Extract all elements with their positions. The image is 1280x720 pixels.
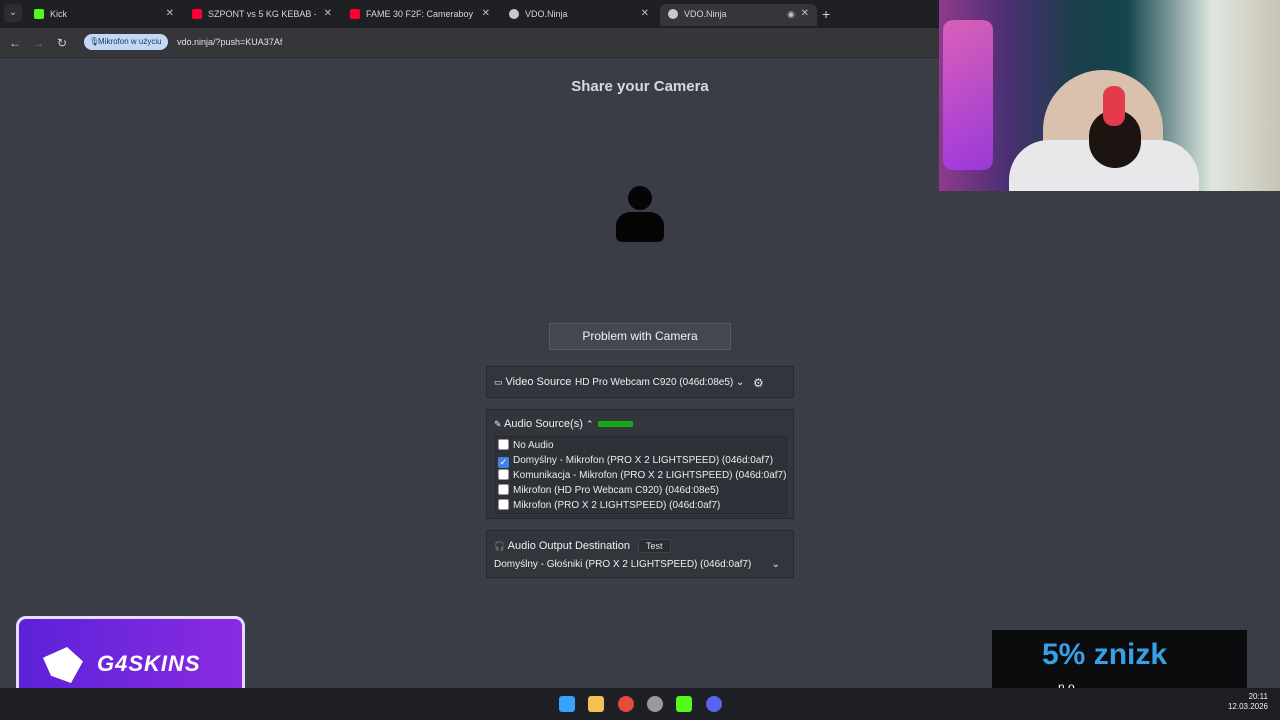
page-title: Share your Camera (571, 78, 709, 95)
user-avatar-icon (616, 186, 664, 244)
test-audio-button[interactable]: Test (638, 539, 671, 553)
youtube-favicon-icon (350, 9, 360, 19)
tab-title: FAME 30 F2F: Cameraboy vs N (366, 9, 474, 19)
sponsor-brand: G4SKINS (97, 651, 201, 676)
reload-icon[interactable]: ↻ (53, 34, 71, 52)
checkbox[interactable] (498, 439, 509, 450)
audio-option-prox2-mic[interactable]: Mikrofon (PRO X 2 LIGHTSPEED) (046d:0af7… (498, 499, 720, 513)
kick-favicon-icon (34, 9, 44, 19)
tab-kick[interactable]: Kick ✕ (26, 4, 182, 26)
tab-title: VDO.Ninja (525, 9, 568, 19)
tab-youtube-szpont[interactable]: SZPONT vs 5 KG KEBAB - YouTu ✕ (184, 4, 340, 26)
microphone-icon: ✎ (494, 419, 502, 429)
audio-output-select[interactable]: Domyślny - Głośniki (PRO X 2 LIGHTSPEED)… (494, 557, 784, 573)
video-source-panel: ▭ Video Source HD Pro Webcam C920 (046d:0… (486, 366, 794, 398)
lion-logo-icon (43, 647, 83, 683)
tab-vdo-ninja-1[interactable]: VDO.Ninja ✕ (501, 4, 657, 26)
windows-taskbar (0, 688, 1280, 720)
file-explorer-icon[interactable] (588, 696, 604, 712)
close-tab-icon[interactable]: ✕ (324, 4, 332, 24)
headphones-icon (1103, 86, 1125, 126)
windows-start-icon[interactable] (559, 696, 575, 712)
globe-favicon-icon (509, 9, 519, 19)
mic-in-use-chip[interactable]: 🎙 Mikrofon w użyciu (84, 34, 168, 50)
close-tab-icon[interactable]: ✕ (801, 4, 809, 24)
clock-date: 12.03.2026 (1227, 702, 1268, 711)
chevron-up-icon: ⌃ (585, 419, 594, 429)
audio-level-meter (598, 421, 633, 427)
headphones-icon: 🎧 (494, 541, 506, 551)
promo-text: 5% znizk (1042, 638, 1168, 671)
new-tab-button[interactable]: + (822, 4, 830, 24)
audio-source-list: No Audio ✓ Domyślny - Mikrofon (PRO X 2 L… (495, 436, 787, 514)
discord-icon[interactable] (706, 696, 722, 712)
mic-chip-label: Mikrofon w użyciu (98, 37, 162, 46)
url-field[interactable]: vdo.ninja/?push=KUA37Af (177, 34, 282, 50)
chrome-icon[interactable] (618, 696, 634, 712)
checkbox-checked[interactable]: ✓ (498, 457, 509, 468)
forward-arrow-icon[interactable]: → (29, 34, 47, 52)
kick-icon[interactable] (676, 696, 692, 712)
video-source-label: ▭ Video Source (494, 376, 572, 388)
audio-output-label: 🎧 Audio Output Destination (494, 540, 630, 552)
checkbox[interactable] (498, 499, 509, 510)
tab-youtube-fame[interactable]: FAME 30 F2F: Cameraboy vs N ✕ (342, 4, 498, 26)
audio-option-webcam-mic[interactable]: Mikrofon (HD Pro Webcam C920) (046d:08e5… (498, 484, 719, 498)
audio-output-panel: 🎧 Audio Output Destination Test Domyślny… (486, 530, 794, 578)
system-clock[interactable]: 20:11 12.03.2026 (1226, 692, 1268, 712)
back-arrow-icon[interactable]: ← (6, 34, 24, 52)
checkbox[interactable] (498, 469, 509, 480)
webcam-overlay (939, 0, 1280, 191)
chevron-down-icon: ⌄ (736, 377, 745, 388)
close-tab-icon[interactable]: ✕ (482, 4, 490, 24)
audio-option-domyslny[interactable]: ✓ Domyślny - Mikrofon (PRO X 2 LIGHTSPEED… (498, 454, 773, 468)
gear-icon[interactable]: ⚙ (753, 376, 764, 390)
tab-title: SZPONT vs 5 KG KEBAB - YouTu (208, 9, 316, 19)
microphone-icon: 🎙 (89, 37, 100, 46)
checkbox[interactable] (498, 484, 509, 495)
close-tab-icon[interactable]: ✕ (641, 4, 649, 24)
video-camera-icon: ▭ (494, 377, 503, 387)
tab-title: VDO.Ninja (684, 9, 727, 19)
app-icon[interactable] (647, 696, 663, 712)
youtube-favicon-icon (192, 9, 202, 19)
audio-option-komunikacja[interactable]: Komunikacja - Mikrofon (PRO X 2 LIGHTSPE… (498, 469, 786, 483)
clock-time: 20:11 (1248, 692, 1268, 701)
recording-icon: ◉ (787, 9, 795, 19)
audio-option-no-audio[interactable]: No Audio (498, 439, 554, 453)
audio-sources-toggle[interactable]: ✎ Audio Source(s) ⌃ (494, 418, 593, 430)
video-source-select[interactable]: HD Pro Webcam C920 (046d:08e5) ⌄ (575, 377, 744, 388)
tab-title: Kick (50, 9, 68, 19)
chevron-down-icon: ⌄ (771, 559, 780, 570)
close-tab-icon[interactable]: ✕ (166, 4, 174, 24)
tab-search-button[interactable]: ⌄ (4, 4, 22, 22)
audio-sources-panel: ✎ Audio Source(s) ⌃ No Audio ✓ Domyślny -… (486, 409, 794, 519)
tab-vdo-ninja-2[interactable]: VDO.Ninja ◉ ✕ (660, 4, 817, 26)
globe-favicon-icon (668, 9, 678, 19)
problem-with-camera-button[interactable]: Problem with Camera (549, 323, 731, 350)
